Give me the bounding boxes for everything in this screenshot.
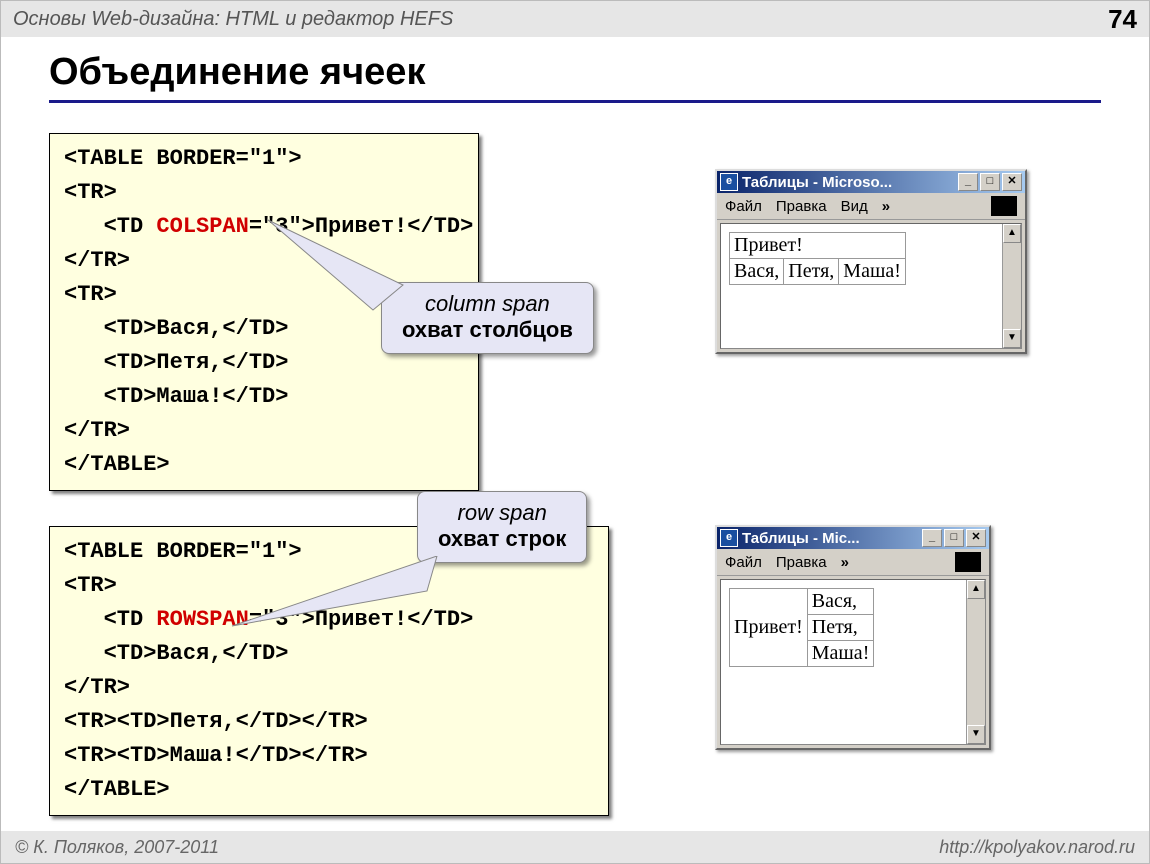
menu-file[interactable]: Файл	[725, 198, 762, 215]
callout-ru: охват столбцов	[402, 317, 573, 343]
cell-r2c3: Маша!	[839, 259, 906, 285]
callout-ru-2: охват строк	[438, 526, 566, 552]
chevron-icon-2[interactable]: »	[841, 554, 849, 571]
cell-r2: Петя,	[807, 615, 874, 641]
client-area-1: Привет! Вася, Петя, Маша! ▲ ▼	[720, 223, 1022, 349]
menu-edit[interactable]: Правка	[776, 198, 827, 215]
cell-r2c1: Вася,	[730, 259, 784, 285]
cell-r2c2: Петя,	[784, 259, 839, 285]
maximize-button[interactable]: □	[980, 173, 1000, 191]
slide-header: Основы Web-дизайна: HTML и редактор HEFS…	[1, 1, 1149, 37]
window-title: Таблицы - Microso...	[742, 174, 892, 191]
scroll-down-icon[interactable]: ▼	[1003, 329, 1021, 348]
menu-view[interactable]: Вид	[841, 198, 868, 215]
page-number: 74	[1108, 4, 1137, 35]
close-button-2[interactable]: ✕	[966, 529, 986, 547]
browser-window-2: e Таблицы - Mic... _ □ ✕ Файл Правка » П…	[715, 525, 991, 750]
demo-table-colspan: Привет! Вася, Петя, Маша!	[729, 232, 906, 285]
title-rule	[49, 100, 1101, 103]
callout-tail-2	[227, 556, 457, 636]
scroll-up-icon[interactable]: ▲	[1003, 224, 1021, 243]
demo-table-rowspan: Привет! Вася, Петя, Маша!	[729, 588, 874, 667]
callout-en-2: row span	[438, 500, 566, 526]
keyword-colspan: COLSPAN	[156, 214, 248, 239]
copyright: © К. Поляков, 2007-2011	[15, 837, 219, 858]
callout-row-span: row span охват строк	[417, 491, 587, 563]
cell-r1: Вася,	[807, 589, 874, 615]
callout-en: column span	[402, 291, 573, 317]
close-button[interactable]: ✕	[1002, 173, 1022, 191]
menubar-1: Файл Правка Вид »	[717, 193, 1025, 220]
minimize-button[interactable]: _	[958, 173, 978, 191]
menubar-2: Файл Правка »	[717, 549, 989, 576]
cell-r1c1: Привет!	[730, 233, 906, 259]
footer-url: http://kpolyakov.narod.ru	[939, 837, 1135, 858]
ie-icon-2: e	[720, 529, 738, 547]
scroll-up-icon-2[interactable]: ▲	[967, 580, 985, 599]
maximize-button-2[interactable]: □	[944, 529, 964, 547]
scrollbar-v-2[interactable]: ▲ ▼	[966, 580, 985, 744]
course-title: Основы Web-дизайна: HTML и редактор HEFS	[13, 8, 453, 31]
ie-icon: e	[720, 173, 738, 191]
slide-title: Объединение ячеек	[49, 51, 1149, 94]
scroll-down-icon-2[interactable]: ▼	[967, 725, 985, 744]
titlebar-1: e Таблицы - Microso... _ □ ✕	[717, 171, 1025, 193]
cell-rowspan: Привет!	[730, 589, 808, 667]
titlebar-2: e Таблицы - Mic... _ □ ✕	[717, 527, 989, 549]
menu-file-2[interactable]: Файл	[725, 554, 762, 571]
window-title-2: Таблицы - Mic...	[742, 530, 860, 547]
throbber-icon	[991, 196, 1017, 216]
client-area-2: Привет! Вася, Петя, Маша! ▲ ▼	[720, 579, 986, 745]
scrollbar-v-1[interactable]: ▲ ▼	[1002, 224, 1021, 348]
menu-edit-2[interactable]: Правка	[776, 554, 827, 571]
chevron-icon[interactable]: »	[882, 198, 890, 215]
browser-window-1: e Таблицы - Microso... _ □ ✕ Файл Правка…	[715, 169, 1027, 354]
callout-tail-1	[263, 215, 423, 315]
slide-footer: © К. Поляков, 2007-2011 http://kpolyakov…	[1, 831, 1149, 863]
throbber-icon-2	[955, 552, 981, 572]
slide: Основы Web-дизайна: HTML и редактор HEFS…	[0, 0, 1150, 864]
cell-r3: Маша!	[807, 641, 874, 667]
minimize-button-2[interactable]: _	[922, 529, 942, 547]
